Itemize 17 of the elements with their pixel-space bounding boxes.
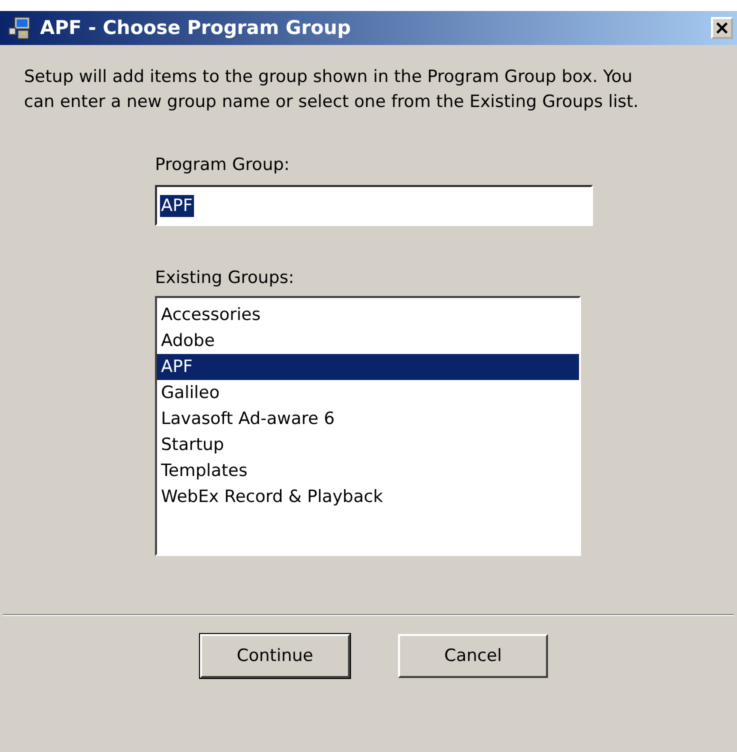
list-item[interactable]: Startup bbox=[157, 432, 579, 458]
instructions-text: Setup will add items to the group shown in the Program Group box. You can enter a new group name or select one from the Existing Groups list. bbox=[24, 66, 639, 114]
list-item[interactable]: Adobe bbox=[157, 328, 579, 354]
close-icon bbox=[716, 22, 728, 34]
input-field[interactable]: APF bbox=[155, 185, 593, 226]
list-item[interactable]: Templates bbox=[157, 458, 579, 484]
list-item[interactable]: Lavasoft Ad-aware 6 bbox=[157, 406, 579, 432]
list-label: Existing Groups: bbox=[155, 267, 294, 290]
list-item[interactable]: APF bbox=[157, 354, 579, 380]
field-label: Program Group: bbox=[155, 154, 290, 177]
dialog-button[interactable]: Cancel bbox=[398, 634, 548, 678]
window-title: APF - Choose Program Group bbox=[40, 17, 352, 39]
list-item[interactable]: Accessories bbox=[157, 302, 579, 328]
list-item[interactable]: WebEx Record & Playback bbox=[157, 484, 579, 510]
list-item[interactable]: Galileo bbox=[157, 380, 579, 406]
close-button[interactable] bbox=[711, 17, 733, 39]
dialog-button[interactable]: Continue bbox=[200, 634, 350, 678]
